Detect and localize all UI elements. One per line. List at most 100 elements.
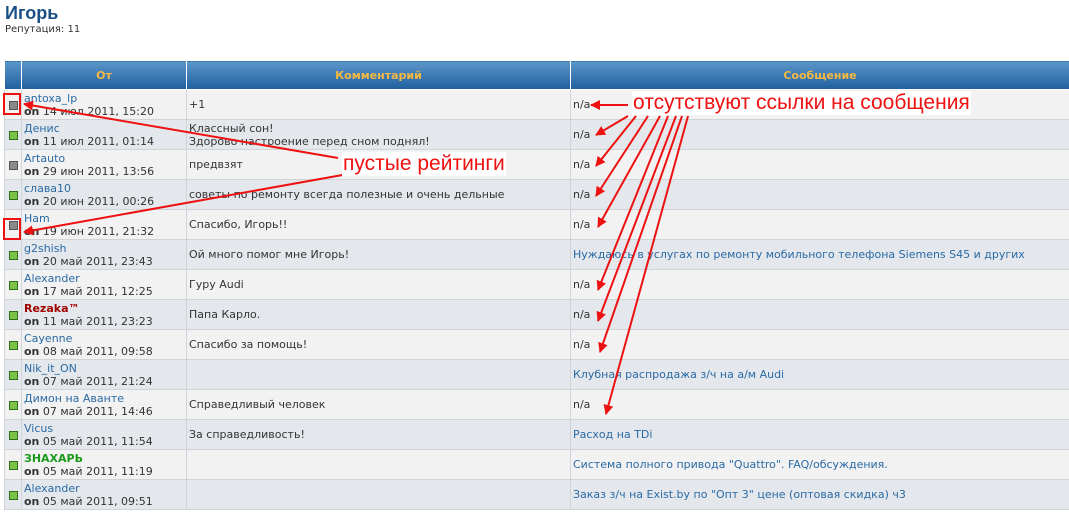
message-na: n/a (573, 158, 591, 171)
on-label: on (24, 464, 40, 478)
positive-rating-icon (8, 340, 18, 350)
message-na: n/a (573, 188, 591, 201)
on-label: on (24, 314, 40, 328)
table-row: ЗНАХАРЬ on 05 май 2011, 11:19 Система полн… (4, 449, 1069, 480)
comment-date: 11 июл 2011, 01:14 (42, 134, 155, 148)
rating-indicator-cell (4, 269, 22, 300)
comment-date: 07 май 2011, 21:24 (42, 374, 153, 388)
positive-rating-icon (8, 130, 18, 140)
message-na: n/a (573, 398, 591, 411)
reputation-table: От Комментарий Сообщение antoxa_lp on 14 … (4, 60, 1069, 510)
table-row: Rezaka™ on 11 май 2011, 23:23 Папа Карло. n… (4, 299, 1069, 330)
positive-rating-icon (8, 190, 18, 200)
message-na: n/a (573, 308, 591, 321)
comment-cell: За справедливость! (186, 419, 571, 450)
comment-cell: Классный сон! Здорово настроение перед сн… (186, 119, 571, 150)
table-header-row: От Комментарий Сообщение (4, 60, 1069, 90)
date-line: on 07 май 2011, 14:46 (24, 405, 184, 418)
comment-date: 05 май 2011, 11:19 (42, 464, 153, 478)
table-row: Димон на Аванте on 07 май 2011, 14:46 Спра… (4, 389, 1069, 420)
reputation-label: Репутация: 11 (5, 24, 81, 35)
user-link[interactable]: Димон на Аванте (24, 392, 184, 405)
header-comment: Комментарий (186, 60, 571, 90)
date-line: on 07 май 2011, 21:24 (24, 375, 184, 388)
user-link[interactable]: Rezaka™ (24, 302, 184, 315)
comment-date: 05 май 2011, 11:54 (42, 434, 153, 448)
message-link[interactable]: Расход на TDi (573, 428, 652, 441)
comment-cell: Справедливый человек (186, 389, 571, 420)
comment-cell (186, 359, 571, 390)
table-row: Alexander on 05 май 2011, 09:51 Заказ з/ч … (4, 479, 1069, 510)
user-link[interactable]: ЗНАХАРЬ (24, 452, 184, 465)
message-na: n/a (573, 338, 591, 351)
positive-rating-icon (8, 310, 18, 320)
comment-date: 20 май 2011, 23:43 (42, 254, 153, 268)
rating-indicator-cell (4, 359, 22, 390)
comment-text: Справедливый человек (189, 398, 326, 411)
user-link[interactable]: Nik_it_ON (24, 362, 184, 375)
user-link[interactable]: Ham (24, 212, 184, 225)
message-cell: n/a (570, 209, 1069, 240)
table-row: g2shish on 20 май 2011, 23:43 Ой много пом… (4, 239, 1069, 270)
message-cell: n/a (570, 329, 1069, 360)
table-row: Alexander on 17 май 2011, 12:25 Гуру Audi n… (4, 269, 1069, 300)
message-cell: n/a (570, 389, 1069, 420)
user-link[interactable]: antoxa_lp (24, 92, 184, 105)
comment-date: 14 июл 2011, 15:20 (42, 104, 155, 118)
highlight-empty-rating-1 (3, 93, 21, 115)
from-cell: ЗНАХАРЬ on 05 май 2011, 11:19 (21, 449, 187, 480)
highlight-empty-rating-2 (3, 218, 21, 240)
user-link[interactable]: g2shish (24, 242, 184, 255)
message-cell: Система полного привода "Quattro". FAQ/о… (570, 449, 1069, 480)
message-na: n/a (573, 218, 591, 231)
message-na: n/a (573, 278, 591, 291)
rating-indicator-cell (4, 389, 22, 420)
user-link[interactable]: Cayenne (24, 332, 184, 345)
message-link[interactable]: Нуждаюсь в услугах по ремонту мобильного… (573, 248, 1025, 261)
user-link[interactable]: Vicus (24, 422, 184, 435)
comment-text: Спасибо за помощь! (189, 338, 308, 351)
rating-indicator-cell (4, 119, 22, 150)
comment-date: 19 июн 2011, 21:32 (42, 224, 155, 238)
user-link[interactable]: Artauto (24, 152, 184, 165)
annotation-missing-links: отсутствуют ссылки на сообщения (632, 91, 971, 115)
comment-text: Спасибо, Игорь!! (189, 218, 288, 231)
message-link[interactable]: Система полного привода "Quattro". FAQ/о… (573, 458, 888, 471)
date-line: on 05 май 2011, 09:51 (24, 495, 184, 508)
header-message: Сообщение (570, 60, 1069, 90)
user-link[interactable]: Alexander (24, 272, 184, 285)
comment-cell: советы по ремонту всегда полезные и очен… (186, 179, 571, 210)
message-cell: n/a (570, 299, 1069, 330)
positive-rating-icon (8, 370, 18, 380)
rating-indicator-cell (4, 479, 22, 510)
message-link[interactable]: Клубная распродажа з/ч на а/м Audi (573, 368, 784, 381)
comment-date: 08 май 2011, 09:58 (42, 344, 153, 358)
date-line: on 05 май 2011, 11:54 (24, 435, 184, 448)
user-link[interactable]: Alexander (24, 482, 184, 495)
comment-cell: +1 (186, 89, 571, 120)
message-cell: Расход на TDi (570, 419, 1069, 450)
profile-name: Игорь (5, 3, 59, 23)
message-cell: n/a (570, 119, 1069, 150)
from-cell: Alexander on 17 май 2011, 12:25 (21, 269, 187, 300)
on-label: on (24, 224, 40, 238)
date-line: on 05 май 2011, 11:19 (24, 465, 184, 478)
date-line: on 08 май 2011, 09:58 (24, 345, 184, 358)
comment-cell: Спасибо за помощь! (186, 329, 571, 360)
comment-cell: Ой много помог мне Игорь! (186, 239, 571, 270)
header-indicator (4, 60, 22, 90)
comment-text: За справедливость! (189, 428, 305, 441)
from-cell: Rezaka™ on 11 май 2011, 23:23 (21, 299, 187, 330)
on-label: on (24, 104, 40, 118)
user-link[interactable]: Денис (24, 122, 184, 135)
message-link[interactable]: Заказ з/ч на Exist.by по "Опт 3" цене (о… (573, 488, 906, 501)
comment-text: советы по ремонту всегда полезные и очен… (189, 188, 505, 201)
positive-rating-icon (8, 430, 18, 440)
user-link[interactable]: слава10 (24, 182, 184, 195)
comment-text: Гуру Audi (189, 278, 244, 291)
message-cell: n/a (570, 179, 1069, 210)
date-line: on 11 май 2011, 23:23 (24, 315, 184, 328)
message-na: n/a (573, 128, 591, 141)
date-line: on 20 май 2011, 23:43 (24, 255, 184, 268)
comment-cell: Папа Карло. (186, 299, 571, 330)
